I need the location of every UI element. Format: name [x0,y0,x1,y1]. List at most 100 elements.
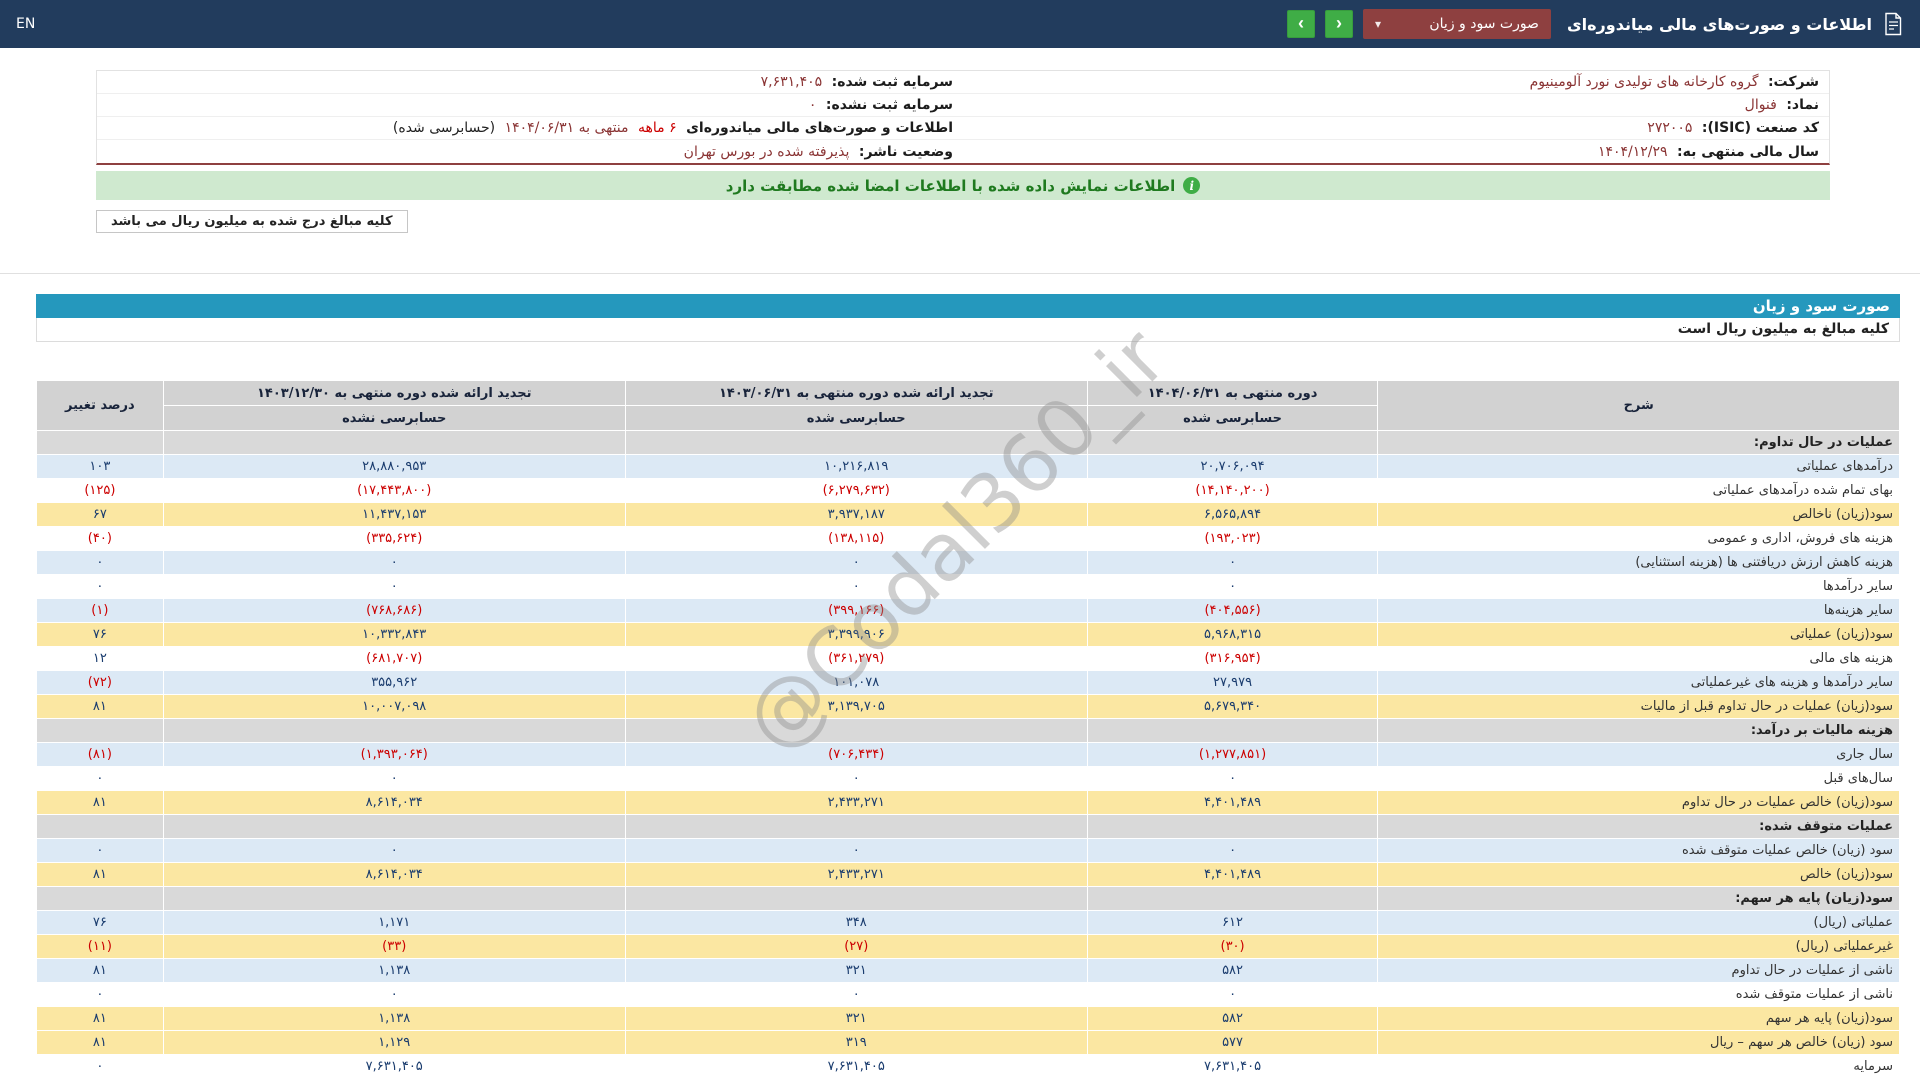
company-info-row: نماد: فنوال سرمایه ثبت نشده: ۰ [97,94,1829,117]
next-statement-button[interactable]: › [1286,10,1315,38]
language-toggle-en[interactable]: EN [16,16,35,32]
signature-match-text: اطلاعات نمایش داده شده با اطلاعات امضا ش… [725,176,1176,195]
company-info-row: سال مالی منتهی به: ۱۴۰۴/۱۲/۲۹ وضعیت ناشر… [97,140,1829,163]
company-field: شرکت: گروه کارخانه های تولیدی نورد آلومی… [963,72,1829,92]
company-label: شرکت: [1767,74,1819,90]
value-cell: ۳۲۱ [624,1006,1088,1031]
value-cell: ۳,۱۳۹,۷۰۵ [624,694,1088,719]
percent-change-cell: ۰ [36,550,164,575]
value-cell: ۳۵۵,۹۶۲ [162,670,626,695]
page-title: اطلاعات و صورت‌های مالی میاندوره‌ای [1566,14,1872,34]
value-cell: ۸,۶۱۴,۰۳۴ [162,790,626,815]
statement-title-bar: صورت سود و زیان [36,294,1900,318]
col-restated-midyear-header: تجدید ارائه شده دوره منتهی به ۱۴۰۳/۰۶/۳۱ [624,380,1088,406]
col-current-period-header: دوره منتهی به ۱۴۰۴/۰۶/۳۱ [1086,380,1379,406]
symbol-value: فنوال [1744,97,1777,113]
value-cell: ۷,۶۳۱,۴۰۵ [624,1054,1088,1079]
row-label: سایر درآمدها [1377,574,1900,599]
company-info-row: کد صنعت (ISIC): ۲۷۲۰۰۵ اطلاعات و صورت‌ها… [97,117,1829,140]
value-cell: (۶۸۱,۷۰۷) [162,646,626,671]
value-cell: ۰ [162,574,626,599]
value-cell: ۵۸۲ [1086,958,1379,983]
value-cell: ۰ [624,550,1088,575]
value-cell [162,718,626,743]
percent-change-cell [36,814,164,839]
fiscal-year-label: سال مالی منتهی به: [1677,143,1819,160]
percent-change-cell: (۴۰) [36,526,164,551]
percent-change-cell [36,886,164,911]
value-cell: ۰ [162,766,626,791]
row-label: عملیات در حال تداوم: [1377,430,1900,455]
value-cell: ۵۸۲ [1086,1006,1379,1031]
value-cell: ۱۰,۰۰۷,۰۹۸ [162,694,626,719]
statement-row: غیرعملیاتی (ریال) (۳۰) (۲۷) (۳۳) (۱۱) [36,934,1900,959]
statement-table: شرح دوره منتهی به ۱۴۰۴/۰۶/۳۱ تجدید ارائه… [36,380,1900,1079]
row-label: سود(زیان) خالص عملیات در حال تداوم [1377,790,1900,815]
value-cell [624,430,1088,455]
value-cell: (۴۰۴,۵۵۶) [1086,598,1379,623]
row-label: ناشی از عملیات متوقف شده [1377,982,1900,1007]
row-label: سال‌های قبل [1377,766,1900,791]
row-label: سال جاری [1377,742,1900,767]
isic-value: ۲۷۲۰۰۵ [1647,120,1693,136]
col-percent-change-header: درصد تغییر [36,380,164,431]
signature-match-banner: i اطلاعات نمایش داده شده با اطلاعات امضا… [96,171,1830,200]
percent-change-cell: ۸۱ [36,1030,164,1055]
row-label: سود(زیان) عملیات در حال تداوم قبل از مال… [1377,694,1900,719]
value-cell: (۳۳) [162,934,626,959]
value-cell: ۵۷۷ [1086,1030,1379,1055]
statement-row: سال‌های قبل ۰ ۰ ۰ ۰ [36,766,1900,791]
report-period-label: اطلاعات و صورت‌های مالی میاندوره‌ای [686,120,953,136]
value-cell [162,886,626,911]
value-cell: ۱,۱۳۸ [162,1006,626,1031]
percent-change-cell: (۷۲) [36,670,164,695]
row-label: بهای تمام شده درآمدهای عملیاتی [1377,478,1900,503]
percent-change-cell: ۰ [36,574,164,599]
value-cell [624,718,1088,743]
value-cell: ۳,۹۳۷,۱۸۷ [624,502,1088,527]
percent-change-cell: (۸۱) [36,742,164,767]
percent-change-cell: ۷۶ [36,622,164,647]
value-cell [1086,430,1379,455]
col-restated-annual-header: تجدید ارائه شده دوره منتهی به ۱۴۰۳/۱۲/۳۰ [162,380,626,406]
prev-statement-button[interactable]: ‹ [1324,10,1353,38]
symbol-label: نماد: [1786,97,1819,113]
row-label: سود (زیان) خالص هر سهم – ریال [1377,1030,1900,1055]
row-label: عملیاتی (ریال) [1377,910,1900,935]
statement-row: سود(زیان) عملیاتی ۵,۹۶۸,۳۱۵ ۳,۳۹۹,۹۰۶ ۱۰,۳۳… [36,622,1900,647]
value-cell [1086,814,1379,839]
value-cell: ۰ [624,766,1088,791]
statement-row: عملیاتی (ریال) ۶۱۲ ۳۴۸ ۱,۱۷۱ ۷۶ [36,910,1900,935]
value-cell: ۲,۴۳۳,۲۷۱ [624,862,1088,887]
row-label: غیرعملیاتی (ریال) [1377,934,1900,959]
col-description-header: شرح [1377,380,1900,431]
statement-row: سود (زیان) خالص عملیات متوقف شده ۰ ۰ ۰ ۰ [36,838,1900,863]
value-cell: (۱,۲۷۷,۸۵۱) [1086,742,1379,767]
value-cell: ۰ [162,982,626,1007]
chevron-down-icon: ▾ [1374,17,1381,31]
row-label: عملیات متوقف شده: [1377,814,1900,839]
row-label: هزینه های فروش، اداری و عمومی [1377,526,1900,551]
report-audited-note: (حسابرسی شده) [392,120,496,136]
statement-row: هزینه کاهش ارزش دریافتنی ها (هزینه استثن… [36,550,1900,575]
percent-change-cell: ۶۷ [36,502,164,527]
value-cell: (۶,۲۷۹,۶۳۲) [624,478,1088,503]
million-note-wrap: کلیه مبالغ درج شده به میلیون ریال می باش… [96,210,1830,233]
value-cell: ۰ [162,838,626,863]
section-divider [0,273,1920,274]
value-cell: ۴,۴۰۱,۴۸۹ [1086,862,1379,887]
percent-change-cell: ۷۶ [36,910,164,935]
value-cell: ۷,۶۳۱,۴۰۵ [162,1054,626,1079]
statement-type-dropdown[interactable]: صورت سود و زیان ▾ [1362,9,1551,39]
statement-row: سود(زیان) ناخالص ۶,۵۶۵,۸۹۴ ۳,۹۳۷,۱۸۷ ۱۱,۴۳۷… [36,502,1900,527]
company-name-value: گروه کارخانه های تولیدی نورد آلومینیوم [1529,74,1759,90]
section-header-row: هزینه مالیات بر درآمد: [36,718,1900,743]
row-label: ناشی از عملیات در حال تداوم [1377,958,1900,983]
financial-statements-icon [1882,12,1904,36]
statement-row: ناشی از عملیات در حال تداوم ۵۸۲ ۳۲۱ ۱,۱۳۸ ۸۱ [36,958,1900,983]
row-label: سرمایه [1377,1054,1900,1079]
statement-row: سایر درآمدها و هزینه های غیرعملیاتی ۲۷,۹۷… [36,670,1900,695]
statement-row: سود(زیان) پایه هر سهم ۵۸۲ ۳۲۱ ۱,۱۳۸ ۸۱ [36,1006,1900,1031]
value-cell [1086,718,1379,743]
statement-section: صورت سود و زیان کلیه مبالغ به میلیون ریا… [36,294,1900,1079]
